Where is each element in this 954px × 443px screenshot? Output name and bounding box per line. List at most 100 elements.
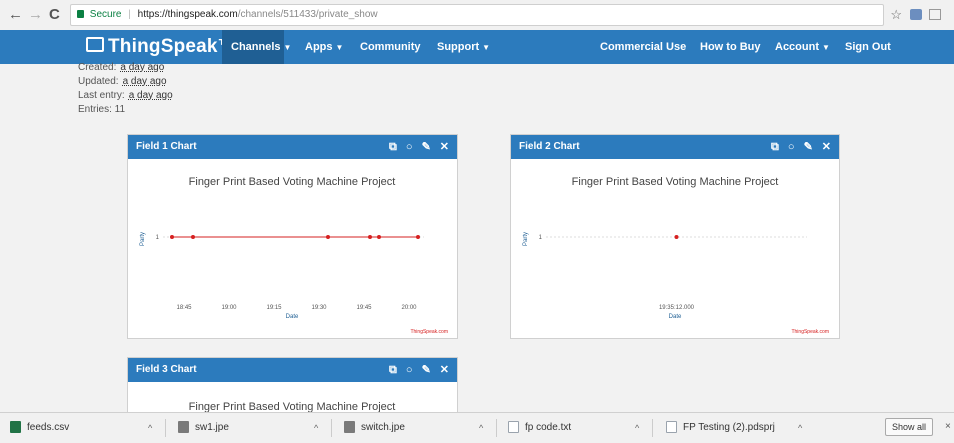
- bookmark-star-icon[interactable]: ☆: [890, 7, 902, 23]
- nav-apps[interactable]: Apps ▼: [305, 30, 343, 64]
- close-icon[interactable]: ✕: [822, 141, 831, 153]
- csv-file-icon: [10, 421, 21, 434]
- download-item[interactable]: feeds.csv: [10, 413, 69, 443]
- chevron-down-icon: ▼: [482, 43, 491, 52]
- data-point: [377, 235, 381, 239]
- secure-label: Secure: [89, 9, 122, 20]
- info-created: Created: a day ago: [78, 62, 164, 73]
- chevron-up-icon[interactable]: ^: [314, 413, 318, 443]
- reload-button[interactable]: C: [49, 6, 60, 24]
- edit-pencil-icon[interactable]: ✎: [422, 141, 431, 153]
- data-point: [191, 235, 195, 239]
- panel-title: Field 3 Chart: [136, 364, 197, 375]
- chevron-down-icon: ▼: [822, 43, 830, 52]
- address-bar[interactable]: Secure | https://thingspeak.com/channels…: [70, 4, 884, 26]
- comment-icon[interactable]: ○: [788, 141, 795, 153]
- download-name: feeds.csv: [27, 422, 70, 433]
- downloads-bar: feeds.csv ^ sw1.jpe ^ switch.jpe ^ fp co…: [0, 412, 954, 443]
- data-point: [416, 235, 420, 239]
- divider: [496, 419, 497, 437]
- nav-channels[interactable]: Channels ▼: [222, 30, 291, 64]
- data-point: [326, 235, 330, 239]
- panel-header: Field 1 Chart ⧉ ○ ✎ ✕: [128, 135, 457, 159]
- chevron-up-icon[interactable]: ^: [635, 413, 639, 443]
- brand-name: ThingSpeak™: [108, 36, 237, 57]
- divider: [165, 419, 166, 437]
- nav-channels-label: Channels: [231, 41, 281, 53]
- nav-how-to-buy[interactable]: How to Buy: [700, 30, 761, 64]
- external-link-icon[interactable]: ⧉: [389, 364, 397, 376]
- nav-community[interactable]: Community: [360, 30, 421, 64]
- download-item[interactable]: fp code.txt: [508, 413, 571, 443]
- last-entry-label: Last entry:: [78, 90, 125, 101]
- chevron-up-icon[interactable]: ^: [148, 413, 152, 443]
- thingspeak-logo-icon: [86, 37, 104, 53]
- panel-title: Field 2 Chart: [519, 141, 580, 152]
- info-last-entry: Last entry: a day ago: [78, 90, 173, 101]
- close-icon[interactable]: ✕: [440, 364, 449, 376]
- updated-label: Updated:: [78, 76, 119, 87]
- edit-pencil-icon[interactable]: ✎: [804, 141, 813, 153]
- nav-account[interactable]: Account ▼: [775, 30, 830, 64]
- extension-icon[interactable]: [910, 9, 922, 20]
- x-tick-label: 19:00: [221, 305, 237, 311]
- data-point: [368, 235, 372, 239]
- edit-pencil-icon[interactable]: ✎: [422, 364, 431, 376]
- forward-button[interactable]: →: [28, 6, 43, 24]
- chart-title: Finger Print Based Voting Machine Projec…: [572, 176, 779, 188]
- y-tick-label: 1: [156, 235, 160, 241]
- info-entries: Entries: 11: [78, 104, 126, 115]
- text-file-icon: [508, 421, 519, 434]
- field-3-chart-panel: Field 3 Chart ⧉ ○ ✎ ✕ Finger Print Based Vo…: [127, 357, 458, 417]
- download-item[interactable]: sw1.jpe: [178, 413, 229, 443]
- chevron-up-icon[interactable]: ^: [798, 413, 802, 443]
- panel-tools: ⧉ ○ ✎ ✕: [380, 135, 449, 159]
- chevron-down-icon: ▼: [283, 43, 292, 52]
- browser-toolbar: ← → C Secure | https://thingspeak.com/ch…: [0, 0, 954, 31]
- x-tick-label: 20:00: [401, 305, 417, 311]
- url-host: https://thingspeak.com: [137, 9, 238, 20]
- updated-value: a day ago: [122, 76, 167, 87]
- last-entry-value: a day ago: [128, 90, 173, 101]
- close-downloads-icon[interactable]: ×: [945, 421, 951, 432]
- x-tick-label: 19:45: [356, 305, 372, 311]
- download-name: switch.jpe: [361, 422, 405, 433]
- download-item[interactable]: FP Testing (2).pdsprj: [666, 413, 775, 443]
- data-point: [170, 235, 174, 239]
- site-navbar: ThingSpeak™ Channels ▼ Apps ▼ Community Su…: [0, 30, 954, 64]
- project-file-icon: [666, 421, 677, 434]
- x-axis-label: Date: [669, 314, 682, 320]
- show-all-button[interactable]: Show all: [885, 418, 933, 436]
- download-item[interactable]: switch.jpe: [344, 413, 405, 443]
- field-2-chart-panel: Field 2 Chart ⧉ ○ ✎ ✕ Finger Print Based Vo…: [510, 134, 840, 339]
- created-value: a day ago: [120, 62, 165, 73]
- nav-apps-label: Apps: [305, 41, 333, 53]
- y-tick-label: 1: [539, 235, 543, 241]
- nav-commercial-use[interactable]: Commercial Use: [600, 30, 686, 64]
- field-2-chart: Finger Print Based Voting Machine Projec…: [523, 176, 829, 335]
- nav-sign-out[interactable]: Sign Out: [845, 30, 891, 64]
- chart-credit: ThingSpeak.com: [791, 329, 829, 335]
- brand-logo[interactable]: ThingSpeak™: [86, 36, 237, 58]
- menu-icon[interactable]: [929, 9, 941, 20]
- panel-tools: ⧉ ○ ✎ ✕: [762, 135, 831, 159]
- close-icon[interactable]: ✕: [440, 141, 449, 153]
- external-link-icon[interactable]: ⧉: [771, 141, 779, 153]
- panel-header: Field 3 Chart ⧉ ○ ✎ ✕: [128, 358, 457, 382]
- comment-icon[interactable]: ○: [406, 364, 413, 376]
- url-path: /channels/511433/private_show: [237, 9, 378, 20]
- info-updated: Updated: a day ago: [78, 76, 167, 87]
- divider: [652, 419, 653, 437]
- created-label: Created:: [78, 62, 117, 73]
- nav-support[interactable]: Support ▼: [437, 30, 490, 64]
- x-tick-label: 19:30: [311, 305, 327, 311]
- back-button[interactable]: ←: [8, 6, 23, 24]
- comment-icon[interactable]: ○: [406, 141, 413, 153]
- chevron-up-icon[interactable]: ^: [479, 413, 483, 443]
- y-axis-label: Party: [523, 232, 529, 246]
- external-link-icon[interactable]: ⧉: [389, 141, 397, 153]
- image-file-icon: [344, 421, 355, 434]
- nav-community-label: Community: [360, 41, 421, 53]
- nav-account-label: Account: [775, 41, 819, 53]
- download-name: fp code.txt: [525, 422, 572, 433]
